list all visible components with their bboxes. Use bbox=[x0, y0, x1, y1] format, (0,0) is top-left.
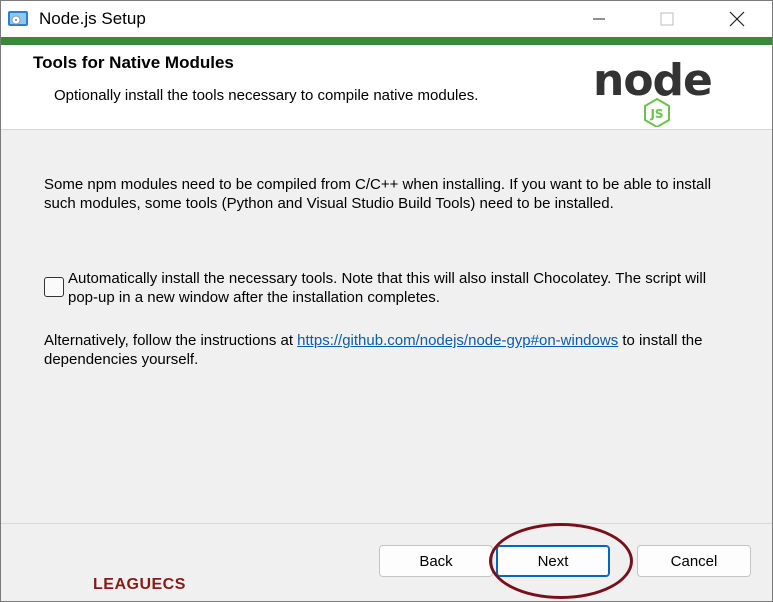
install-tools-label[interactable]: Automatically install the necessary tool… bbox=[68, 269, 738, 307]
node-gyp-link[interactable]: https://github.com/nodejs/node-gyp#on-wi… bbox=[297, 332, 618, 349]
description-text: Some npm modules need to be compiled fro… bbox=[44, 176, 712, 212]
page-subtitle: Optionally install the tools necessary t… bbox=[54, 87, 479, 104]
logo-wordmark: node bbox=[593, 55, 712, 106]
watermark: LEAGUECS bbox=[93, 576, 186, 593]
accent-bar bbox=[1, 37, 772, 45]
wizard-header: Tools for Native Modules Optionally inst… bbox=[1, 45, 772, 130]
install-tools-checkbox[interactable] bbox=[44, 277, 64, 297]
next-button[interactable]: Next bbox=[496, 545, 610, 577]
setup-window: Node.js Setup Tools for Native Modules O… bbox=[0, 0, 773, 602]
alternative-prefix: Alternatively, follow the instructions a… bbox=[44, 332, 298, 349]
maximize-button[interactable] bbox=[644, 1, 690, 37]
nodejs-logo: node JS bbox=[593, 55, 713, 127]
maximize-icon bbox=[660, 12, 674, 26]
window-title: Node.js Setup bbox=[39, 9, 146, 28]
back-button[interactable]: Back bbox=[379, 545, 493, 577]
page-title: Tools for Native Modules bbox=[33, 53, 234, 72]
minimize-button[interactable] bbox=[576, 1, 622, 37]
cancel-button[interactable]: Cancel bbox=[637, 545, 751, 577]
close-icon bbox=[729, 11, 745, 27]
close-button[interactable] bbox=[714, 1, 760, 37]
title-bar: Node.js Setup bbox=[1, 1, 772, 37]
alternative-text: Alternatively, follow the instructions a… bbox=[44, 331, 734, 369]
minimize-icon bbox=[593, 18, 605, 20]
footer-divider bbox=[1, 523, 772, 524]
logo-badge: JS bbox=[649, 107, 663, 121]
installer-app-icon bbox=[8, 11, 28, 26]
